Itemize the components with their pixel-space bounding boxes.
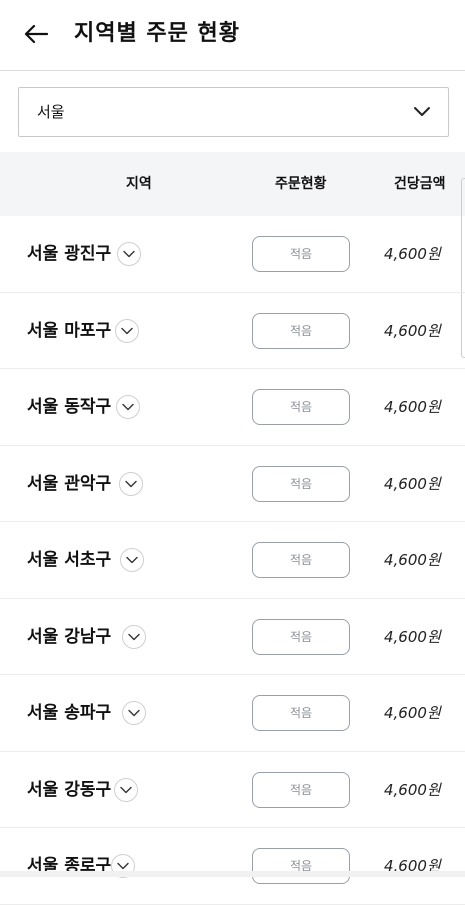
region-name: 서울 관악구 xyxy=(27,473,112,494)
table-header: 지역 주문현황 건당금액 xyxy=(0,152,465,216)
table-row: 서울 관악구 적음 4,600원 xyxy=(0,446,465,522)
order-status-button[interactable]: 적음 xyxy=(252,465,350,502)
expand-button[interactable] xyxy=(119,471,143,496)
chevron-down-icon xyxy=(414,107,430,116)
chevron-down-icon xyxy=(121,327,133,334)
arrow-left-icon xyxy=(24,24,48,44)
expand-button[interactable] xyxy=(114,777,138,802)
expand-button[interactable] xyxy=(116,395,140,419)
app-header: 지역별 주문 현황 xyxy=(0,0,465,71)
order-status-button[interactable]: 적음 xyxy=(252,771,350,808)
price-per-order: 4,600원 xyxy=(384,398,441,416)
price-per-order: 4,600원 xyxy=(384,321,441,340)
region-name: 서울 서초구 xyxy=(27,550,112,570)
table-row: 서울 마포구 적음 4,600원 xyxy=(0,293,465,369)
chevron-down-icon xyxy=(123,250,135,258)
table-row: 서울 종로구 적음 4,600원 xyxy=(0,828,465,905)
price-per-order: 4,600원 xyxy=(384,780,441,799)
chevron-down-icon xyxy=(128,633,140,640)
expand-button[interactable] xyxy=(115,318,139,343)
table-row: 서울 강남구 적음 4,600원 xyxy=(0,599,465,675)
chevron-down-icon xyxy=(128,709,140,717)
expand-button[interactable] xyxy=(122,701,146,725)
column-header-order-status: 주문현황 xyxy=(275,176,327,192)
column-header-price: 건당금액 xyxy=(394,176,446,192)
region-select-value: 서울 xyxy=(37,103,65,121)
price-per-order: 4,600원 xyxy=(384,704,441,722)
price-per-order: 4,600원 xyxy=(384,245,441,263)
region-name: 서울 마포구 xyxy=(27,320,112,341)
back-button[interactable] xyxy=(20,18,52,50)
order-status-button[interactable]: 적음 xyxy=(252,236,350,272)
region-name: 서울 동작구 xyxy=(27,397,112,417)
region-name: 서울 강남구 xyxy=(27,626,112,647)
region-table-body: 서울 광진구 적음 4,600원 서울 마포구 적음 4,600원 서울 동작구… xyxy=(0,216,465,905)
price-per-order: 4,600원 xyxy=(384,627,441,646)
chevron-down-icon xyxy=(125,480,137,487)
price-per-order: 4,600원 xyxy=(384,857,441,875)
table-row: 서울 송파구 적음 4,600원 xyxy=(0,675,465,752)
column-header-region: 지역 xyxy=(126,176,152,192)
region-name: 서울 강동구 xyxy=(27,779,112,800)
order-status-button[interactable]: 적음 xyxy=(252,389,350,425)
order-status-button[interactable]: 적음 xyxy=(252,848,350,884)
page-title: 지역별 주문 현황 xyxy=(74,21,240,46)
chevron-down-icon xyxy=(120,786,132,793)
region-name: 서울 종로구 xyxy=(27,856,112,876)
region-select[interactable]: 서울 xyxy=(18,87,449,137)
chevron-down-icon xyxy=(122,403,134,411)
region-name: 서울 송파구 xyxy=(27,703,112,723)
price-per-order: 4,600원 xyxy=(384,551,441,569)
expand-button[interactable] xyxy=(120,548,144,572)
order-status-button[interactable]: 적음 xyxy=(252,542,350,578)
expand-button[interactable] xyxy=(122,624,146,649)
expand-button[interactable] xyxy=(117,242,141,266)
order-status-button[interactable]: 적음 xyxy=(252,695,350,731)
chevron-down-icon xyxy=(126,556,138,564)
table-row: 서울 서초구 적음 4,600원 xyxy=(0,522,465,599)
price-per-order: 4,600원 xyxy=(384,474,441,493)
table-row: 서울 동작구 적음 4,600원 xyxy=(0,369,465,446)
table-row: 서울 강동구 적음 4,600원 xyxy=(0,752,465,828)
order-status-button[interactable]: 적음 xyxy=(252,618,350,655)
table-row: 서울 광진구 적음 4,600원 xyxy=(0,216,465,293)
region-name: 서울 광진구 xyxy=(27,244,112,264)
order-status-button[interactable]: 적음 xyxy=(252,312,350,349)
bottom-edge xyxy=(0,871,465,877)
chevron-down-icon xyxy=(117,862,129,870)
